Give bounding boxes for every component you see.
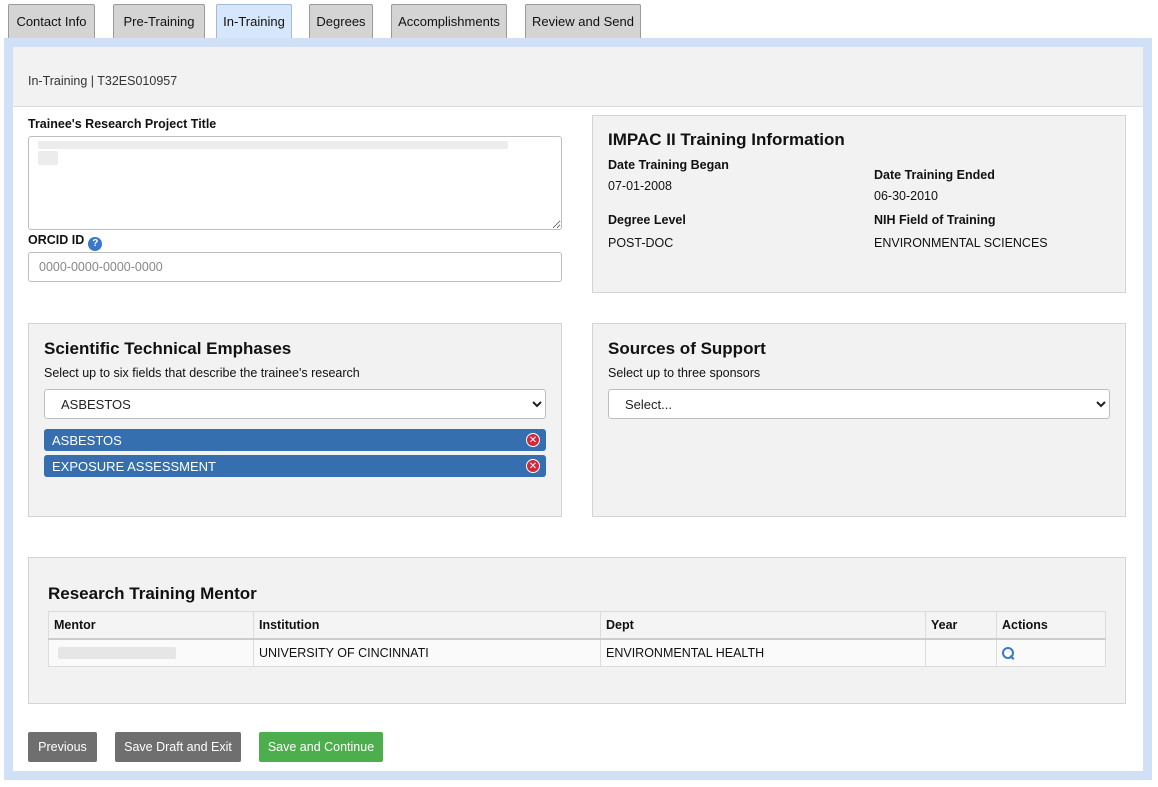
orcid-input[interactable]: [28, 252, 562, 282]
project-title-label: Trainee's Research Project Title: [28, 117, 217, 131]
impac-heading: IMPAC II Training Information: [608, 130, 845, 149]
column-header: Year: [925, 611, 997, 640]
year-cell: [925, 638, 997, 667]
emphases-panel: Scientific Technical Emphases Select up …: [28, 323, 562, 517]
column-header: Mentor: [48, 611, 254, 640]
tab-pre-training[interactable]: Pre-Training: [113, 4, 205, 38]
save-continue-button[interactable]: Save and Continue: [259, 732, 383, 762]
redacted-text: [38, 141, 508, 149]
previous-button[interactable]: Previous: [28, 732, 97, 762]
page-header: In-Training | T32ES010957: [13, 47, 1143, 107]
tab-in-training[interactable]: In-Training: [216, 4, 292, 38]
column-header: Actions: [996, 611, 1106, 640]
redacted-text: [38, 151, 58, 165]
mentor-panel: Research Training Mentor Mentor Institut…: [28, 557, 1126, 704]
degree-level-label: Degree Level: [608, 213, 686, 227]
emphasis-chip-label: ASBESTOS: [52, 432, 122, 448]
training-ended-label: Date Training Ended: [874, 168, 995, 182]
support-select[interactable]: Select...: [608, 389, 1110, 419]
tab-accomplishments[interactable]: Accomplishments: [391, 4, 507, 38]
institution-cell: UNIVERSITY OF CINCINNATI: [253, 638, 601, 667]
support-panel: Sources of Support Select up to three sp…: [592, 323, 1126, 517]
orcid-label: ORCID ID?: [28, 233, 103, 251]
save-draft-button[interactable]: Save Draft and Exit: [115, 732, 241, 762]
emphasis-chip-label: EXPOSURE ASSESSMENT: [52, 458, 216, 474]
training-began-label: Date Training Began: [608, 158, 729, 172]
mentor-heading: Research Training Mentor: [48, 584, 257, 603]
emphases-instructions: Select up to six fields that describe th…: [44, 366, 360, 380]
field-of-training-label: NIH Field of Training: [874, 213, 996, 227]
impac-panel: IMPAC II Training Information Date Train…: [592, 115, 1126, 293]
tab-degrees[interactable]: Degrees: [309, 4, 373, 38]
column-header: Institution: [253, 611, 601, 640]
magnifier-icon[interactable]: [1002, 647, 1014, 660]
field-of-training-value: ENVIRONMENTAL SCIENCES: [874, 236, 1048, 250]
training-ended-value: 06-30-2010: [874, 189, 938, 203]
orcid-label-text: ORCID ID: [28, 233, 85, 247]
emphases-heading: Scientific Technical Emphases: [44, 339, 292, 358]
table-row: UNIVERSITY OF CINCINNATI ENVIRONMENTAL H…: [48, 638, 1106, 667]
mentor-name-cell: [48, 638, 254, 667]
support-heading: Sources of Support: [608, 339, 766, 358]
actions-cell: [996, 638, 1106, 667]
page-title: In-Training | T32ES010957: [28, 74, 178, 88]
help-icon[interactable]: ?: [88, 236, 103, 251]
mentor-table-header: Mentor Institution Dept Year Actions: [48, 611, 1106, 640]
remove-icon[interactable]: ✕: [526, 433, 540, 447]
emphasis-chip: EXPOSURE ASSESSMENT ✕: [44, 455, 546, 477]
form-frame: In-Training | T32ES010957 Trainee's Rese…: [4, 38, 1152, 780]
mentor-table: Mentor Institution Dept Year Actions UNI…: [48, 611, 1106, 667]
degree-level-value: POST-DOC: [608, 236, 674, 250]
tab-contact-info[interactable]: Contact Info: [8, 4, 95, 38]
support-instructions: Select up to three sponsors: [608, 366, 761, 380]
training-began-value: 07-01-2008: [608, 179, 672, 193]
project-title-input[interactable]: [28, 136, 562, 230]
emphases-select[interactable]: ASBESTOS: [44, 389, 546, 419]
tab-review-and-send[interactable]: Review and Send: [525, 4, 641, 38]
column-header: Dept: [600, 611, 926, 640]
remove-icon[interactable]: ✕: [526, 459, 540, 473]
emphasis-chip: ASBESTOS ✕: [44, 429, 546, 451]
redacted-text: [58, 647, 176, 660]
dept-cell: ENVIRONMENTAL HEALTH: [600, 638, 926, 667]
